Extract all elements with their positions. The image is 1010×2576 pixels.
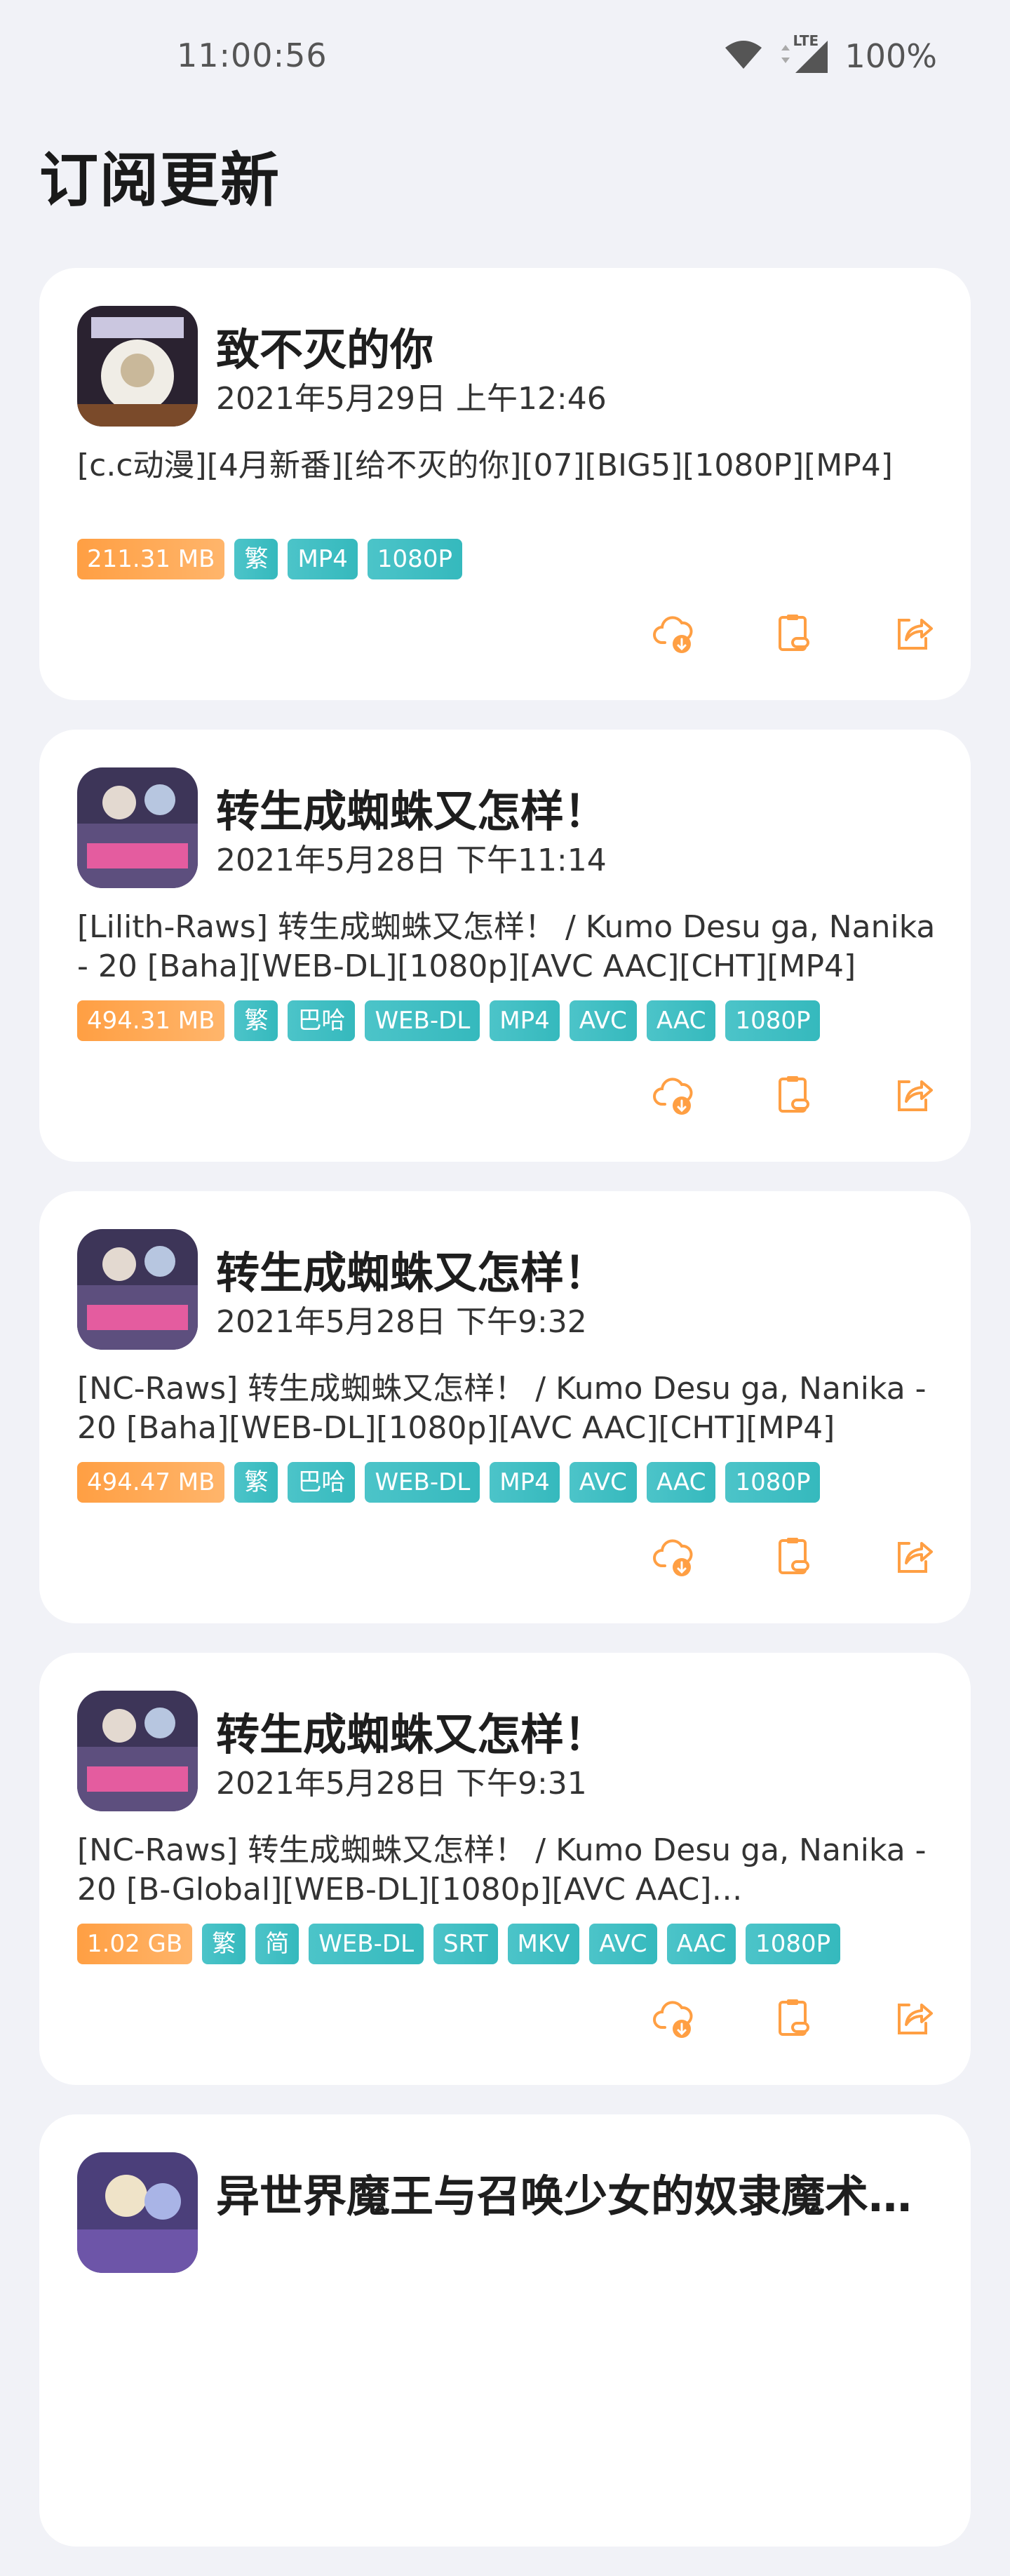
tag: SRT bbox=[433, 1924, 498, 1964]
tag: WEB-DL bbox=[309, 1924, 424, 1964]
cloud-download-icon[interactable] bbox=[652, 610, 697, 655]
clipboard-link-icon[interactable] bbox=[772, 1995, 816, 2040]
tag: 繁 bbox=[202, 1924, 246, 1964]
file-size-tag: 494.31 MB bbox=[77, 1000, 225, 1041]
page-title: 订阅更新 bbox=[39, 146, 281, 215]
tag: 1080P bbox=[725, 1462, 821, 1503]
tag: 巴哈 bbox=[288, 1000, 356, 1041]
tag: 1080P bbox=[746, 1924, 841, 1964]
tag: MP4 bbox=[490, 1000, 560, 1041]
clipboard-link-icon[interactable] bbox=[772, 1534, 816, 1578]
card-title: 异世界魔王与召唤少女的奴隶魔术… bbox=[216, 2171, 913, 2222]
clipboard-link-icon[interactable] bbox=[772, 610, 816, 655]
status-time: 11:00:56 bbox=[177, 36, 328, 74]
tag: WEB-DL bbox=[365, 1000, 480, 1041]
share-icon[interactable] bbox=[891, 1072, 936, 1117]
card-description: [Lilith-Raws] 转生成蜘蛛又怎样！ / Kumo Desu ga, … bbox=[77, 909, 936, 984]
tag: 繁 bbox=[234, 539, 278, 579]
tag: 繁 bbox=[234, 1462, 278, 1503]
tag: AAC bbox=[646, 1462, 716, 1503]
card-description: [c.c动漫][4月新番][给不灭的你][07][BIG5][1080P][MP… bbox=[77, 448, 893, 483]
share-icon[interactable] bbox=[891, 1995, 936, 2040]
network-type: LTE bbox=[793, 32, 819, 49]
tag: 1080P bbox=[367, 539, 462, 579]
subscription-feed: 致不灭的你 2021年5月29日 上午12:46 [c.c动漫][4月新番][给… bbox=[39, 268, 971, 2576]
tag: AVC bbox=[569, 1462, 637, 1503]
tag-list: 211.31 MB 繁 MP4 1080P bbox=[77, 539, 462, 579]
tag-list: 1.02 GB 繁 简 WEB-DL SRT MKV AVC AAC 1080P bbox=[77, 1924, 841, 1964]
card-description: [NC-Raws] 转生成蜘蛛又怎样！ / Kumo Desu ga, Nani… bbox=[77, 1832, 927, 1907]
tag-list: 494.31 MB 繁 巴哈 WEB-DL MP4 AVC AAC 1080P bbox=[77, 1000, 821, 1041]
tag: 简 bbox=[255, 1924, 299, 1964]
tag: 繁 bbox=[234, 1000, 278, 1041]
tag: WEB-DL bbox=[365, 1462, 480, 1503]
status-bar: 11:00:56 LTE 100% bbox=[0, 0, 1010, 112]
card-description: [NC-Raws] 转生成蜘蛛又怎样！ / Kumo Desu ga, Nani… bbox=[77, 1371, 927, 1446]
feed-card[interactable]: 转生成蜘蛛又怎样！ 2021年5月28日 下午9:32 [NC-Raws] 转生… bbox=[39, 1191, 971, 1623]
share-icon[interactable] bbox=[891, 610, 936, 655]
card-date: 2021年5月29日 上午12:46 bbox=[216, 381, 607, 417]
card-title: 转生成蜘蛛又怎样！ bbox=[216, 1709, 608, 1760]
tag: AVC bbox=[589, 1924, 657, 1964]
cloud-download-icon[interactable] bbox=[652, 1995, 697, 2040]
tag: 1080P bbox=[725, 1000, 821, 1041]
tag: MKV bbox=[507, 1924, 580, 1964]
card-actions bbox=[652, 1534, 936, 1578]
tag: AAC bbox=[666, 1924, 736, 1964]
card-title: 致不灭的你 bbox=[216, 324, 434, 375]
tag: AVC bbox=[569, 1000, 637, 1041]
status-icons: LTE 100% bbox=[724, 32, 937, 76]
cellular-signal-icon: LTE bbox=[779, 32, 829, 76]
clipboard-link-icon[interactable] bbox=[772, 1072, 816, 1117]
feed-card[interactable]: 转生成蜘蛛又怎样！ 2021年5月28日 下午11:14 [Lilith-Raw… bbox=[39, 730, 971, 1162]
card-date: 2021年5月28日 下午9:31 bbox=[216, 1766, 587, 1802]
card-date: 2021年5月28日 下午11:14 bbox=[216, 843, 607, 878]
anime-cover-image bbox=[77, 2152, 198, 2273]
card-actions bbox=[652, 610, 936, 655]
tag-list: 494.47 MB 繁 巴哈 WEB-DL MP4 AVC AAC 1080P bbox=[77, 1462, 821, 1503]
anime-cover-image bbox=[77, 1691, 198, 1811]
wifi-icon bbox=[724, 38, 763, 74]
file-size-tag: 211.31 MB bbox=[77, 539, 225, 579]
feed-card[interactable]: 致不灭的你 2021年5月29日 上午12:46 [c.c动漫][4月新番][给… bbox=[39, 268, 971, 700]
feed-card[interactable]: 异世界魔王与召唤少女的奴隶魔术… bbox=[39, 2114, 971, 2547]
tag: MP4 bbox=[490, 1462, 560, 1503]
cloud-download-icon[interactable] bbox=[652, 1534, 697, 1578]
battery-level: 100% bbox=[844, 37, 937, 75]
card-actions bbox=[652, 1072, 936, 1117]
anime-cover-image bbox=[77, 1229, 198, 1350]
tag: MP4 bbox=[288, 539, 358, 579]
file-size-tag: 494.47 MB bbox=[77, 1462, 225, 1503]
tag: 巴哈 bbox=[288, 1462, 356, 1503]
anime-cover-image bbox=[77, 767, 198, 888]
feed-card[interactable]: 转生成蜘蛛又怎样！ 2021年5月28日 下午9:31 [NC-Raws] 转生… bbox=[39, 1653, 971, 2085]
tag: AAC bbox=[646, 1000, 716, 1041]
card-date: 2021年5月28日 下午9:32 bbox=[216, 1304, 587, 1340]
file-size-tag: 1.02 GB bbox=[77, 1924, 193, 1964]
card-title: 转生成蜘蛛又怎样！ bbox=[216, 786, 608, 837]
anime-cover-image bbox=[77, 306, 198, 427]
card-title: 转生成蜘蛛又怎样！ bbox=[216, 1247, 608, 1299]
share-icon[interactable] bbox=[891, 1534, 936, 1578]
cloud-download-icon[interactable] bbox=[652, 1072, 697, 1117]
card-actions bbox=[652, 1995, 936, 2040]
